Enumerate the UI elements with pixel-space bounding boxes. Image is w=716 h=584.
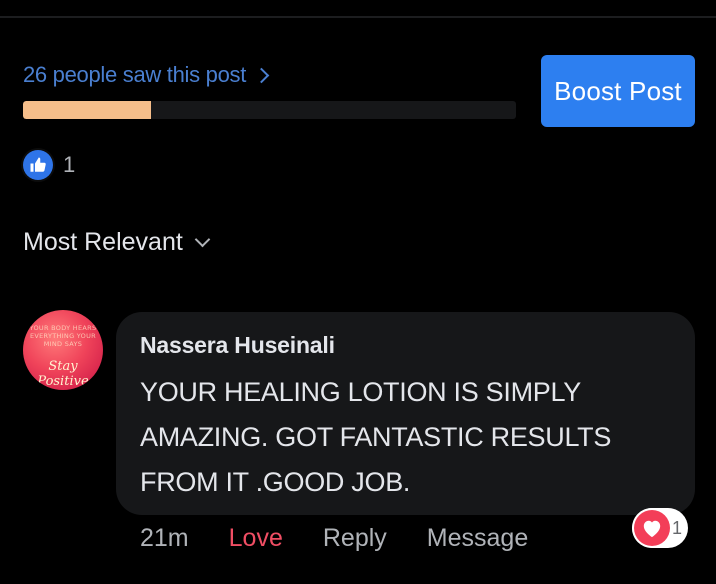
sort-label: Most Relevant bbox=[23, 228, 183, 256]
heart-icon bbox=[634, 510, 670, 546]
chevron-right-icon bbox=[253, 67, 270, 83]
comment-timestamp: 21m bbox=[140, 524, 189, 552]
reach-progress-bar bbox=[23, 101, 516, 119]
comment-bubble: Nassera Huseinali YOUR HEALING LOTION IS… bbox=[116, 312, 695, 515]
comment-reaction-count: 1 bbox=[672, 517, 683, 538]
chevron-down-icon bbox=[194, 231, 211, 248]
message-button[interactable]: Message bbox=[427, 524, 528, 553]
reaction-count: 1 bbox=[63, 152, 76, 177]
thumbs-up-icon bbox=[23, 150, 53, 180]
post-reach-link[interactable]: 26 people saw this post bbox=[23, 62, 270, 88]
comment-actions: 21m Love Reply Message bbox=[140, 524, 568, 553]
avatar[interactable]: YOUR BODY HEARS EVERYTHING YOUR MIND SAY… bbox=[23, 310, 103, 390]
top-divider bbox=[0, 16, 716, 18]
reach-progress-fill bbox=[23, 101, 152, 119]
avatar-logo-text: YOUR BODY HEARS EVERYTHING YOUR MIND SAY… bbox=[29, 324, 97, 348]
avatar-logo-script: Stay Positive bbox=[37, 359, 89, 389]
reactions-summary[interactable]: 1 bbox=[23, 150, 75, 180]
love-button[interactable]: Love bbox=[229, 524, 283, 553]
reply-button[interactable]: Reply bbox=[323, 524, 387, 553]
boost-post-button[interactable]: Boost Post bbox=[541, 55, 695, 127]
comment-sort-dropdown[interactable]: Most Relevant bbox=[23, 228, 211, 257]
comment-author[interactable]: Nassera Huseinali bbox=[140, 332, 335, 359]
post-reach-text: 26 people saw this post bbox=[23, 62, 247, 87]
comment-text: YOUR HEALING LOTION IS SIMPLY AMAZING. G… bbox=[140, 377, 612, 497]
comment-reaction-pill[interactable]: 1 bbox=[632, 508, 688, 548]
